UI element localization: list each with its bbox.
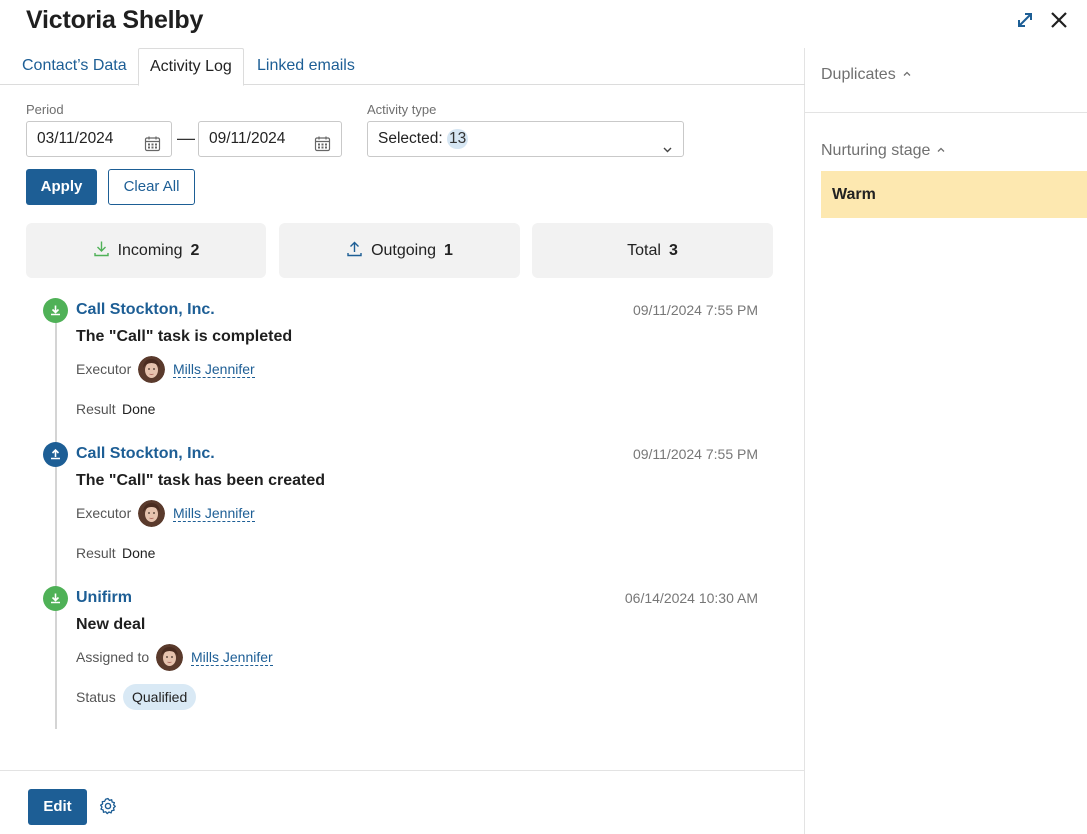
edit-button[interactable]: Edit bbox=[28, 789, 87, 825]
nurturing-stage-label: Nurturing stage bbox=[821, 142, 931, 159]
apply-button[interactable]: Apply bbox=[26, 169, 97, 205]
main-panel: Contact’s Data Activity Log Linked email… bbox=[0, 48, 805, 834]
avatar bbox=[156, 644, 183, 671]
selected-prefix: Selected: bbox=[378, 130, 443, 147]
nurturing-stage-header[interactable]: Nurturing stage bbox=[821, 142, 946, 160]
activity-type-label: Activity type bbox=[367, 102, 437, 117]
date-separator: — bbox=[177, 128, 195, 148]
executor-label: Executor bbox=[76, 361, 132, 377]
entry-title-link[interactable]: Unifirm bbox=[76, 589, 132, 607]
chevron-up-icon bbox=[902, 66, 912, 84]
duplicates-header[interactable]: Duplicates bbox=[821, 66, 912, 84]
duplicates-label: Duplicates bbox=[821, 66, 896, 83]
outgoing-stat[interactable]: Outgoing 1 bbox=[279, 223, 520, 278]
executor-person[interactable]: Mills Jennifer bbox=[138, 500, 255, 527]
incoming-stat[interactable]: Incoming 2 bbox=[26, 223, 266, 278]
entry-title-link[interactable]: Call Stockton, Inc. bbox=[76, 445, 215, 463]
sidebar-panel: Duplicates Nurturing stage Warm bbox=[805, 48, 1087, 834]
tab-contacts-data[interactable]: Contact’s Data bbox=[11, 48, 138, 85]
entry-date: 06/14/2024 10:30 AM bbox=[624, 590, 758, 606]
avatar bbox=[138, 356, 165, 383]
total-label: Total bbox=[627, 241, 661, 259]
result-value: Done bbox=[122, 401, 156, 417]
entry-date: 09/11/2024 7:55 PM bbox=[632, 302, 758, 318]
entry-subtitle: The "Call" task has been created bbox=[76, 472, 326, 489]
chevron-down-icon bbox=[662, 134, 673, 168]
close-icon[interactable] bbox=[1049, 10, 1069, 30]
avatar bbox=[138, 500, 165, 527]
assigned-to-label: Assigned to bbox=[76, 649, 150, 665]
status-badge: Qualified bbox=[123, 684, 197, 710]
page-title: Victoria Shelby bbox=[26, 6, 204, 34]
result-value: Done bbox=[122, 545, 156, 561]
entry-title-link[interactable]: Call Stockton, Inc. bbox=[76, 301, 215, 319]
date-to-value: 09/11/2024 bbox=[209, 130, 286, 147]
executor-label: Executor bbox=[76, 505, 132, 521]
selected-count: 13 bbox=[446, 129, 469, 149]
executor-name[interactable]: Mills Jennifer bbox=[173, 505, 255, 522]
incoming-label: Incoming bbox=[117, 241, 183, 259]
entry-subtitle: The "Call" task is completed bbox=[76, 328, 293, 345]
window-controls bbox=[1015, 10, 1069, 30]
executor-name[interactable]: Mills Jennifer bbox=[173, 361, 255, 378]
tab-linked-emails[interactable]: Linked emails bbox=[246, 48, 366, 85]
nurturing-stage-value: Warm bbox=[821, 171, 1087, 218]
period-label: Period bbox=[26, 102, 64, 117]
date-from-input[interactable]: 03/11/2024 bbox=[26, 121, 172, 157]
upload-icon bbox=[346, 240, 363, 262]
expand-icon[interactable] bbox=[1015, 10, 1035, 30]
assigned-name[interactable]: Mills Jennifer bbox=[191, 649, 273, 666]
entry-date: 09/11/2024 7:55 PM bbox=[632, 446, 758, 462]
download-icon bbox=[93, 240, 110, 262]
clear-all-button[interactable]: Clear All bbox=[108, 169, 195, 205]
tab-bar: Contact’s Data Activity Log Linked email… bbox=[0, 48, 805, 86]
total-stat[interactable]: Total 3 bbox=[532, 223, 773, 278]
chevron-up-icon bbox=[936, 142, 946, 160]
tab-activity-log[interactable]: Activity Log bbox=[138, 48, 244, 86]
incoming-count: 2 bbox=[190, 241, 200, 259]
sidebar-divider bbox=[805, 112, 1087, 113]
outgoing-count: 1 bbox=[444, 241, 453, 259]
gear-icon[interactable] bbox=[99, 797, 117, 820]
executor-person[interactable]: Mills Jennifer bbox=[138, 356, 255, 383]
activity-type-select[interactable]: Selected: 13 bbox=[367, 121, 684, 157]
outgoing-icon bbox=[43, 442, 68, 467]
date-from-value: 03/11/2024 bbox=[37, 130, 114, 147]
result-label: Result bbox=[76, 401, 116, 417]
assigned-person[interactable]: Mills Jennifer bbox=[156, 644, 273, 671]
entry-subtitle: New deal bbox=[76, 616, 146, 633]
incoming-icon bbox=[43, 298, 68, 323]
incoming-icon bbox=[43, 586, 68, 611]
footer-divider bbox=[0, 770, 805, 771]
calendar-icon[interactable] bbox=[314, 131, 331, 165]
date-to-input[interactable]: 09/11/2024 bbox=[198, 121, 342, 157]
result-label: Result bbox=[76, 545, 116, 561]
outgoing-label: Outgoing bbox=[371, 241, 437, 259]
total-count: 3 bbox=[668, 241, 678, 259]
calendar-icon[interactable] bbox=[144, 131, 161, 165]
status-label: Status bbox=[76, 689, 116, 705]
timeline-line bbox=[55, 312, 57, 729]
